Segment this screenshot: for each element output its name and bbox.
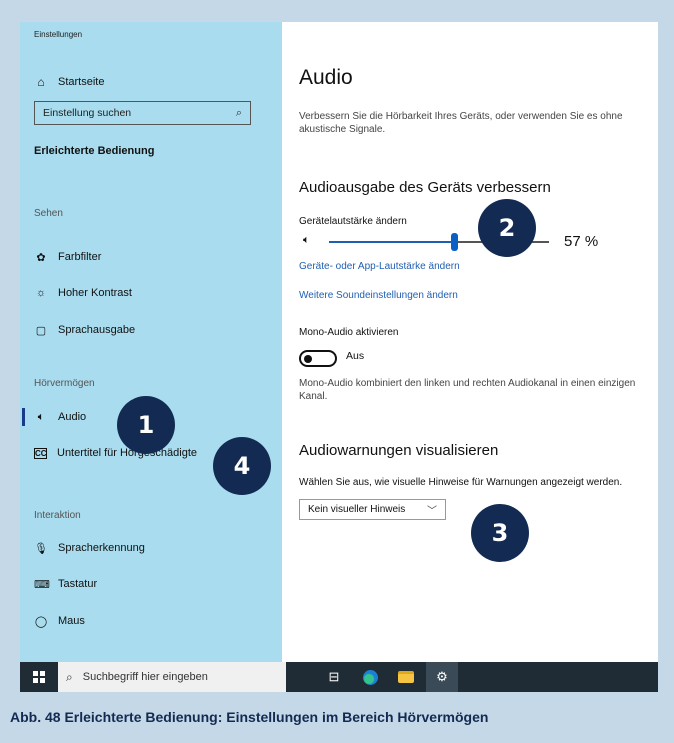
sidebar: Einstellungen ⌂ Startseite Einstellung s… (20, 22, 282, 662)
group-heading-sehen: Sehen (34, 208, 63, 219)
home-icon: ⌂ (37, 75, 45, 89)
mono-audio-toggle[interactable] (299, 350, 337, 367)
task-view-icon[interactable]: ⊟ (318, 662, 350, 692)
mono-audio-label: Mono-Audio aktivieren (299, 327, 399, 338)
sidebar-item-label: Maus (58, 615, 85, 627)
sidebar-item-farbfilter[interactable]: ✿ Farbfilter (34, 248, 101, 266)
sidebar-item-tastatur[interactable]: ⌨ Tastatur (34, 575, 97, 593)
narrator-icon: ▢ (35, 324, 47, 337)
color-filter-icon: ✿ (36, 251, 46, 264)
volume-label: Gerätelautstärke ändern (299, 216, 407, 227)
mouse-icon: ◯ (34, 615, 48, 628)
visual-warning-dropdown[interactable]: Kein visueller Hinweis ﹀ (299, 499, 446, 520)
group-heading-hoervermoegen: Hörvermögen (34, 378, 95, 389)
windows-icon (33, 671, 45, 683)
captions-icon: CC (34, 447, 47, 459)
search-icon: ⌕ (66, 669, 73, 684)
sidebar-item-label: Farbfilter (58, 251, 102, 263)
visual-warnings-label: Wählen Sie aus, wie visuelle Hinweise fü… (299, 477, 623, 488)
file-explorer-icon[interactable] (390, 662, 422, 692)
mono-audio-state: Aus (346, 350, 365, 362)
dropdown-value: Kein visueller Hinweis (308, 504, 406, 515)
speaker-icon: 🔈︎ (37, 410, 45, 423)
volume-slider[interactable] (329, 241, 454, 243)
search-icon: ⌕ (235, 106, 242, 119)
sidebar-item-hoher-kontrast[interactable]: ☼ Hoher Kontrast (34, 284, 132, 302)
edge-icon[interactable] (354, 662, 386, 692)
toggle-knob (304, 354, 312, 363)
sidebar-item-label: Tastatur (58, 578, 98, 590)
keyboard-icon: ⌨ (34, 578, 50, 591)
app-title: Einstellungen (34, 30, 83, 39)
section-title: Erleichterte Bedienung (34, 145, 155, 157)
sidebar-item-home[interactable]: ⌂ Startseite (34, 75, 104, 89)
selection-indicator (22, 408, 25, 426)
taskbar: ⌕ Suchbegriff hier eingeben ⊟ ⚙ (20, 662, 658, 692)
section-heading-audio-output: Audioausgabe des Geräts verbessern (299, 179, 551, 196)
sidebar-item-spracherkennung[interactable]: 🎙︎ Spracherkennung (34, 539, 145, 557)
settings-gear-icon[interactable]: ⚙ (426, 662, 458, 692)
contrast-icon: ☼ (35, 287, 47, 299)
section-heading-visual-warnings: Audiowarnungen visualisieren (299, 442, 499, 459)
page-title: Audio (299, 66, 353, 89)
taskbar-search-placeholder: Suchbegriff hier eingeben (82, 671, 208, 683)
speaker-icon: 🔈︎ (303, 234, 310, 246)
sidebar-item-sprachausgabe[interactable]: ▢ Sprachausgabe (34, 321, 135, 339)
figure-caption: Abb. 48 Erleichterte Bedienung: Einstell… (10, 709, 489, 725)
chevron-down-icon: ﹀ (427, 506, 437, 517)
sidebar-item-untertitel[interactable]: CC Untertitel für Hörgeschädigte (34, 444, 197, 462)
sidebar-item-maus[interactable]: ◯ Maus (34, 612, 85, 630)
volume-value: 57 % (564, 233, 599, 250)
mono-audio-description: Mono-Audio kombiniert den linken und rec… (299, 378, 636, 402)
sidebar-item-audio[interactable]: 🔈︎ Audio (34, 408, 86, 426)
callout-badge-1: 1 (117, 396, 175, 454)
search-placeholder: Einstellung suchen (43, 107, 132, 119)
more-sound-settings-link[interactable]: Weitere Soundeinstellungen ändern (299, 290, 458, 301)
content-pane: Audio Verbessern Sie die Hörbarkeit Ihre… (282, 22, 658, 662)
volume-control: 🔈︎ 57 % (299, 232, 599, 252)
volume-slider-thumb[interactable] (451, 233, 458, 251)
start-button[interactable] (20, 662, 58, 692)
sidebar-item-label: Untertitel für Hörgeschädigte (57, 447, 198, 459)
taskbar-search-input[interactable]: ⌕ Suchbegriff hier eingeben (58, 662, 286, 692)
sidebar-item-label: Spracherkennung (58, 542, 145, 554)
page-description: Verbessern Sie die Hörbarkeit Ihres Gerä… (299, 111, 623, 135)
group-heading-interaktion: Interaktion (34, 510, 81, 521)
microphone-icon: 🎙︎ (34, 542, 48, 555)
sidebar-item-label: Audio (58, 411, 87, 423)
sidebar-item-label: Hoher Kontrast (58, 287, 132, 299)
settings-search-input[interactable]: Einstellung suchen ⌕ (34, 101, 251, 125)
callout-badge-3: 3 (471, 504, 529, 562)
app-volume-link[interactable]: Geräte- oder App-Lautstärke ändern (299, 261, 460, 272)
sidebar-item-label: Sprachausgabe (58, 324, 136, 336)
callout-badge-4: 4 (213, 437, 271, 495)
callout-badge-2: 2 (478, 199, 536, 257)
home-label: Startseite (58, 76, 105, 88)
